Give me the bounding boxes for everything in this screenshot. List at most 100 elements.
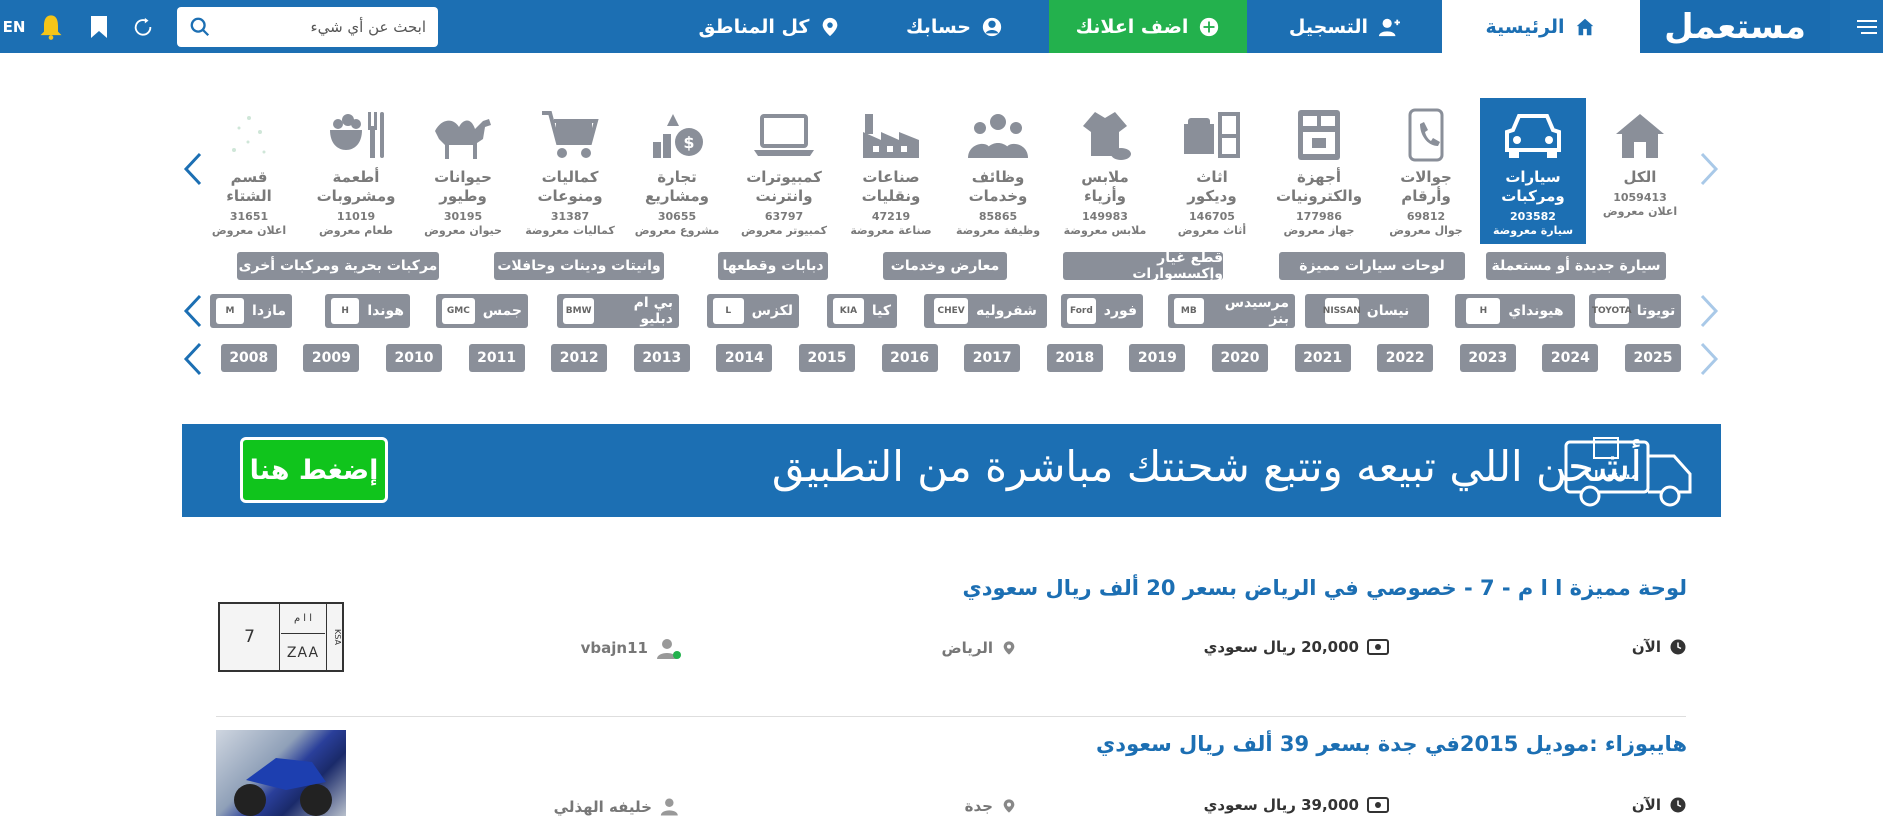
category-count: 30655 xyxy=(657,210,697,223)
truck-label: مستعمل xyxy=(1588,468,1639,482)
years-prev-arrow[interactable] xyxy=(178,338,208,380)
category-item[interactable]: قسم الشتاء 31651 اعلان معروض xyxy=(196,98,302,244)
brand-filter[interactable]: تويوتا TOYOTA xyxy=(1589,294,1681,328)
add-ad-button[interactable]: اضف اعلانك xyxy=(1049,0,1247,53)
category-item[interactable]: كماليات ومنوعات 31387 كماليات معروضة xyxy=(517,98,623,244)
year-filter[interactable]: 2023 xyxy=(1459,344,1516,372)
brand-name: لكزس xyxy=(751,303,793,319)
location-pin-icon xyxy=(1003,799,1015,813)
listing-title[interactable]: لوحة مميزة ا ا م - 7 - خصوصي في الرياض ب… xyxy=(962,576,1687,600)
category-item[interactable]: $ تجارة ومشاريع 30655 مشروع معروض xyxy=(624,98,730,244)
brand-filter[interactable]: مرسيدس بنز MB xyxy=(1168,294,1295,328)
brand-filter[interactable]: كيا KIA xyxy=(827,294,897,328)
listing-city-text: جدة xyxy=(964,797,993,815)
category-item[interactable]: الكل 1059413 اعلان معروض xyxy=(1587,98,1693,244)
category-item[interactable]: كمبيوترات وانترنت 63797 كمبيوتر معروض xyxy=(731,98,837,244)
listing-user[interactable]: خليفه الهذلي xyxy=(554,796,682,816)
brand-filter[interactable]: نيسان NISSAN xyxy=(1305,294,1429,328)
factory-icon xyxy=(838,106,944,164)
brand-filter[interactable]: لكزس L xyxy=(707,294,799,328)
category-count: 63797 xyxy=(764,210,804,223)
brand-filter[interactable]: جمس GMC xyxy=(436,294,528,328)
account-button[interactable]: حسابك xyxy=(860,0,1049,53)
year-filter[interactable]: 2014 xyxy=(716,344,773,372)
category-item[interactable]: اثاث وديكور 146705 أثاث معروض xyxy=(1159,98,1265,244)
listing-thumbnail[interactable]: 7 ا ا م ZAA KSA xyxy=(218,602,344,672)
brand-filter[interactable]: فورد Ford xyxy=(1061,294,1143,328)
search-icon[interactable] xyxy=(189,16,211,38)
bookmark-icon[interactable] xyxy=(84,12,114,42)
year-filter[interactable]: 2019 xyxy=(1129,344,1186,372)
category-item[interactable]: وظائف وخدمات 85865 وظيفة معروضة xyxy=(945,98,1051,244)
brand-logo-icon: H xyxy=(1466,298,1501,324)
regions-dropdown[interactable]: كل المناطق xyxy=(680,0,860,53)
brand-name: مرسيدس بنز xyxy=(1224,295,1289,327)
year-filter[interactable]: 2012 xyxy=(551,344,608,372)
refresh-icon[interactable] xyxy=(128,12,158,42)
language-switch[interactable]: EN xyxy=(0,12,28,42)
year-filter[interactable]: 2017 xyxy=(964,344,1021,372)
hamburger-menu-icon[interactable] xyxy=(1849,12,1883,42)
year-filter[interactable]: 2024 xyxy=(1542,344,1599,372)
nav-home-button[interactable]: الرئيسية xyxy=(1442,0,1640,53)
brand-logo-icon: NISSAN xyxy=(1323,298,1361,324)
user-plus-icon xyxy=(1378,18,1401,36)
subcategory-chip[interactable]: مركبات بحرية ومركبات أخرى xyxy=(237,252,439,280)
subcategory-chip[interactable]: دبابات وقطعها xyxy=(718,252,828,280)
subcategory-chip[interactable]: لوحات سيارات مميزة xyxy=(1279,252,1465,280)
banner-cta-button[interactable]: إضغط هنا xyxy=(240,437,388,503)
years-next-arrow[interactable] xyxy=(1694,338,1724,380)
year-filter[interactable]: 2018 xyxy=(1046,344,1103,372)
category-item[interactable]: أطعمة ومشروبات 11019 طعام معروض xyxy=(303,98,409,244)
location-pin-icon xyxy=(823,17,838,36)
year-filter[interactable]: 2021 xyxy=(1294,344,1351,372)
category-item[interactable]: حيوانات وطيور 30195 حيوان معروض xyxy=(410,98,516,244)
year-filter[interactable]: 2013 xyxy=(633,344,690,372)
listing-user-text: خليفه الهذلي xyxy=(553,798,652,816)
home-icon xyxy=(1577,18,1594,35)
brands-next-arrow[interactable] xyxy=(1694,290,1724,332)
subcategory-chip[interactable]: وانيتات ودينات وحافلات xyxy=(494,252,664,280)
category-item[interactable]: صناعات ونقليات 47219 صناعة معروضة xyxy=(838,98,944,244)
brands-prev-arrow[interactable] xyxy=(178,290,208,332)
category-item[interactable]: أجهزة والكترونيات 177986 جهاز معروض xyxy=(1266,98,1372,244)
brand-name: شفروليه xyxy=(976,303,1037,319)
category-item[interactable]: سيارات ومركبات 203582 سيارة معروضة xyxy=(1480,98,1586,244)
year-filter[interactable]: 2020 xyxy=(1212,344,1268,372)
category-count-label: حيوان معروض xyxy=(424,224,502,237)
brand-filter[interactable]: هوندا H xyxy=(325,294,410,328)
year-filter[interactable]: 2009 xyxy=(303,344,360,372)
listing-title[interactable]: هايبوزاء :موديل 2015في جدة بسعر 39 ألف ر… xyxy=(1096,732,1687,756)
listing-user[interactable]: vbajn11 xyxy=(581,638,682,659)
bell-icon[interactable] xyxy=(36,12,66,42)
subcategory-chip[interactable]: سيارة جديدة أو مستعملة xyxy=(1486,252,1666,280)
brand-name: هيونداي xyxy=(1508,303,1564,319)
categories-next-arrow[interactable] xyxy=(1694,148,1724,190)
listing-thumbnail[interactable] xyxy=(216,730,346,816)
brand-filter[interactable]: بي ام دبليو BMW xyxy=(557,294,679,328)
category-label: اثاث وديكور xyxy=(1187,168,1237,205)
brand-filter[interactable]: هيونداي H xyxy=(1455,294,1575,328)
category-item[interactable]: ملابس وأزياء 149983 ملابس معروضة xyxy=(1052,98,1158,244)
category-item[interactable]: جوالات وأرقام 69812 جوال معروض xyxy=(1373,98,1479,244)
search-input[interactable]: ابحث عن أي شيء xyxy=(177,7,438,47)
year-filter[interactable]: 2008 xyxy=(220,344,277,372)
nav-register-button[interactable]: التسجيل xyxy=(1247,0,1442,53)
car-icon xyxy=(1480,106,1586,164)
year-filter[interactable]: 2010 xyxy=(386,344,442,372)
year-filter[interactable]: 2022 xyxy=(1377,344,1434,372)
year-filter[interactable]: 2011 xyxy=(468,344,525,372)
shipping-banner[interactable]: إضغط هنا أشحن اللي تبيعه وتتبع شحنتك مبا… xyxy=(182,424,1721,517)
brand-filter[interactable]: شفروليه CHEV xyxy=(924,294,1047,328)
year-filter[interactable]: 2016 xyxy=(881,344,938,372)
subcategory-chip[interactable]: معارض وخدمات xyxy=(883,252,1007,280)
subcategory-chip[interactable]: قطع غيار وإكسسوارات xyxy=(1063,250,1223,282)
category-count-label: اعلان معروض xyxy=(1602,205,1678,218)
site-logo[interactable]: مستعمل xyxy=(1640,0,1830,53)
search-placeholder: ابحث عن أي شيء xyxy=(310,18,426,36)
brand-filter[interactable]: مازدا M xyxy=(210,294,292,328)
brand-name: كيا xyxy=(871,303,891,319)
year-filter[interactable]: 2025 xyxy=(1625,344,1681,372)
year-filter[interactable]: 2015 xyxy=(799,344,855,372)
category-count-label: اعلان معروض xyxy=(211,224,287,237)
